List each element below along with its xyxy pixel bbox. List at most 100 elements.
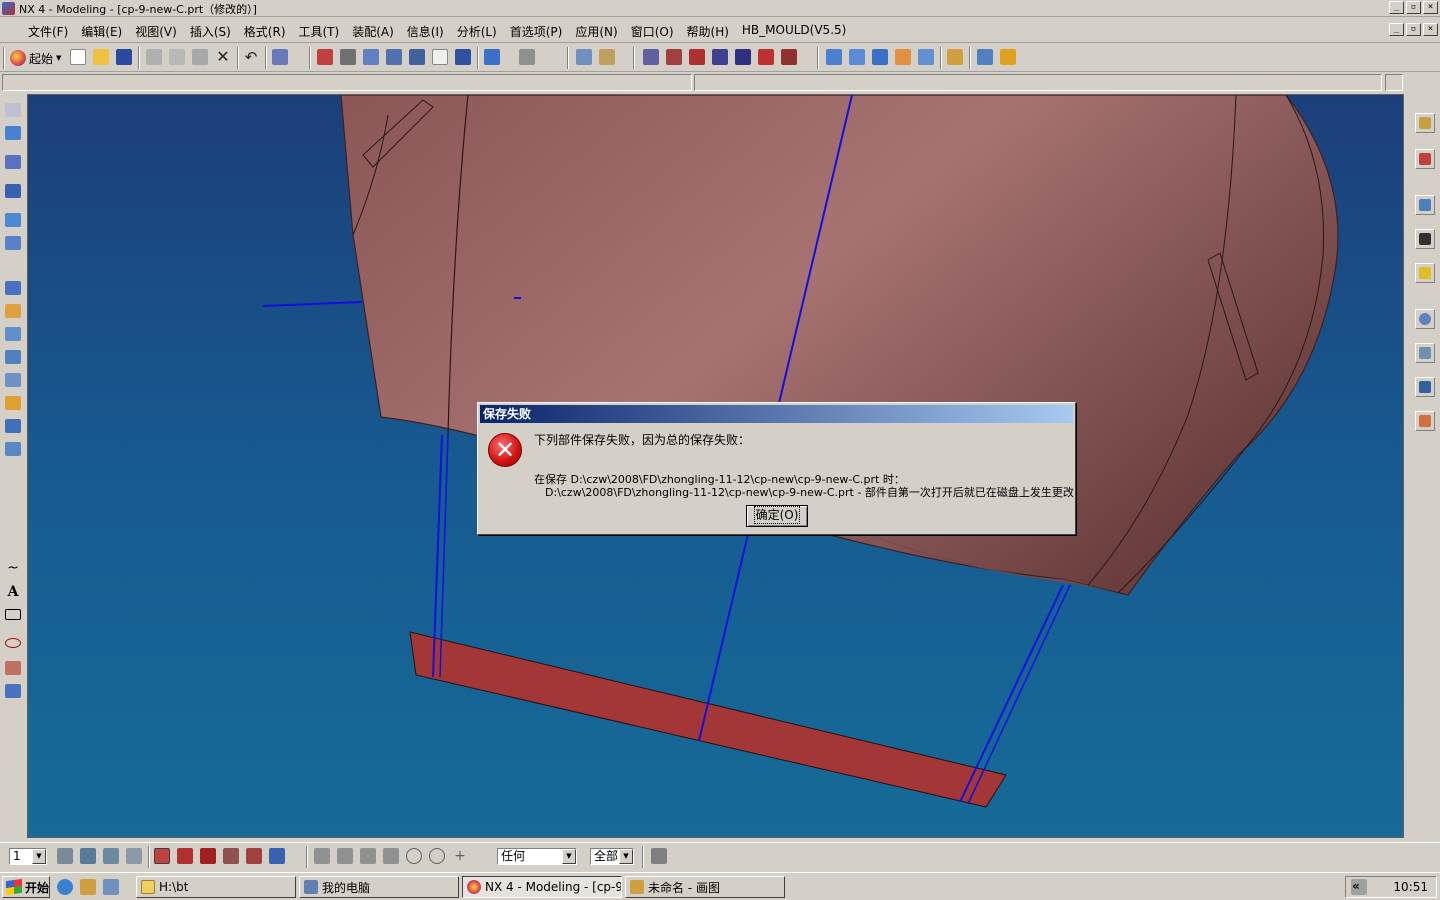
select-icon[interactable] (272, 49, 288, 65)
menu-assembly[interactable]: 装配(A) (352, 23, 394, 40)
history-icon[interactable] (1415, 309, 1435, 329)
desktop-quicklaunch-icon[interactable] (103, 879, 119, 895)
roles-icon[interactable] (1415, 411, 1435, 431)
save-icon[interactable] (116, 49, 132, 65)
menu-format[interactable]: 格式(R) (244, 23, 286, 40)
mould-tool-1-icon[interactable] (977, 49, 993, 65)
menu-preferences[interactable]: 首选项(P) (510, 23, 563, 40)
layer-tool-2-icon[interactable] (80, 848, 96, 864)
feature-tool-5-icon[interactable] (5, 213, 21, 227)
new-file-icon[interactable] (70, 49, 86, 65)
zoom-icon[interactable] (363, 49, 379, 65)
curve-tool-5-icon[interactable] (735, 49, 751, 65)
doc-restore-button[interactable]: ▫ (1406, 23, 1421, 36)
ruler-icon[interactable] (599, 49, 615, 65)
menu-view[interactable]: 视图(V) (135, 23, 177, 40)
shape-tool-icon[interactable] (5, 661, 21, 675)
select-tool-6-icon[interactable] (269, 848, 285, 864)
assembly-tool-icon[interactable] (947, 49, 963, 65)
text-tool-icon[interactable]: A (5, 585, 21, 599)
menu-edit[interactable]: 编辑(E) (81, 23, 122, 40)
feature-tool-2-icon[interactable] (5, 126, 21, 140)
selection-option-icon[interactable] (651, 848, 667, 864)
app-quicklaunch-icon[interactable] (80, 879, 96, 895)
surface-tool-3-icon[interactable] (872, 49, 888, 65)
ok-button[interactable]: 确定(O) (746, 505, 808, 527)
fit-view-icon[interactable] (317, 49, 333, 65)
curve-tool-4-icon[interactable] (712, 49, 728, 65)
feature-tool-12-icon[interactable] (5, 396, 21, 410)
select-tool-1-icon[interactable] (154, 848, 170, 864)
copy-icon[interactable] (169, 49, 185, 65)
shaded-cube-icon[interactable] (484, 49, 500, 65)
curve-tool-1-icon[interactable] (643, 49, 659, 65)
taskbar-item-paint[interactable]: 未命名 - 画图 (625, 876, 785, 898)
surface-tool-5-icon[interactable] (918, 49, 934, 65)
select-tool-4-icon[interactable] (223, 848, 239, 864)
menu-help[interactable]: 帮助(H) (687, 23, 729, 40)
mould-tool-2-icon[interactable] (1000, 49, 1016, 65)
menu-analysis[interactable]: 分析(L) (457, 23, 497, 40)
pattern-tool-icon[interactable] (5, 684, 21, 698)
snap-point-icon[interactable]: + (452, 848, 468, 864)
feature-tool-7-icon[interactable] (5, 281, 21, 295)
work-layer-select[interactable]: 1 ▼ (9, 848, 47, 865)
layer-tool-1-icon[interactable] (57, 848, 73, 864)
menu-tools[interactable]: 工具(T) (299, 23, 340, 40)
snap-endpoint-icon[interactable] (314, 848, 330, 864)
snap-quadrant-icon[interactable] (429, 848, 445, 864)
feature-tool-9-icon[interactable] (5, 327, 21, 341)
magnify-icon[interactable] (386, 49, 402, 65)
curve-tool-3-icon[interactable] (689, 49, 705, 65)
snap-control-icon[interactable] (360, 848, 376, 864)
undo-icon[interactable]: ↶ (243, 49, 259, 65)
ie-quicklaunch-icon[interactable] (57, 879, 73, 895)
scope-select[interactable]: 全部 ▼ (590, 848, 634, 865)
feature-tool-11-icon[interactable] (5, 373, 21, 387)
menu-application[interactable]: 应用(N) (575, 23, 617, 40)
ellipse-tool-icon[interactable] (5, 638, 21, 648)
measure-icon[interactable] (576, 49, 592, 65)
surface-tool-4-icon[interactable] (895, 49, 911, 65)
surface-tool-2-icon[interactable] (849, 49, 865, 65)
curve-tool-7-icon[interactable] (781, 49, 797, 65)
tray-expand-button[interactable]: « (1352, 879, 1360, 893)
open-folder-icon[interactable] (93, 49, 109, 65)
menu-hb-mould[interactable]: HB_MOULD(V5.5) (742, 23, 846, 40)
surface-tool-1-icon[interactable] (826, 49, 842, 65)
doc-close-button[interactable]: × (1423, 23, 1438, 36)
feature-tool-13-icon[interactable] (5, 419, 21, 433)
taskbar-item-nx[interactable]: NX 4 - Modeling - [cp-9-n... (462, 876, 622, 898)
paste-icon[interactable] (192, 49, 208, 65)
help-icon[interactable] (1415, 263, 1435, 283)
cut-icon[interactable] (146, 49, 162, 65)
restore-button[interactable]: ▫ (1406, 1, 1421, 14)
close-button[interactable]: × (1423, 1, 1438, 14)
orient-view-icon[interactable] (455, 49, 471, 65)
training-icon[interactable] (1415, 229, 1435, 249)
palette-icon[interactable] (1415, 195, 1435, 215)
feature-tool-14-icon[interactable] (5, 442, 21, 456)
type-filter-select[interactable]: 任何 ▼ (497, 848, 577, 865)
part-navigator-icon[interactable] (1415, 149, 1435, 169)
doc-minimize-button[interactable]: _ (1389, 23, 1404, 36)
feature-tool-10-icon[interactable] (5, 350, 21, 364)
curve-tool-6-icon[interactable] (758, 49, 774, 65)
menu-insert[interactable]: 插入(S) (190, 23, 231, 40)
process-studio-icon[interactable] (1415, 377, 1435, 397)
feature-tool-4-icon[interactable] (5, 184, 21, 198)
select-tool-5-icon[interactable] (246, 848, 262, 864)
feature-tool-8-icon[interactable] (5, 304, 21, 318)
sketch-curve-icon[interactable]: ~ (5, 561, 21, 575)
start-menu-button[interactable]: 起始 ▼ (10, 48, 61, 68)
curve-tool-2-icon[interactable] (666, 49, 682, 65)
taskbar-item-my-computer[interactable]: 我的电脑 (299, 876, 459, 898)
start-button[interactable]: 开始 (2, 876, 50, 898)
menu-file[interactable]: 文件(F) (28, 23, 68, 40)
taskbar-item-folder[interactable]: H:\bt (136, 876, 296, 898)
zoom-region-icon[interactable] (340, 49, 356, 65)
select-tool-3-icon[interactable] (200, 848, 216, 864)
feature-tool-6-icon[interactable] (5, 236, 21, 250)
menu-window[interactable]: 窗口(O) (631, 23, 674, 40)
select-tool-2-icon[interactable] (177, 848, 193, 864)
